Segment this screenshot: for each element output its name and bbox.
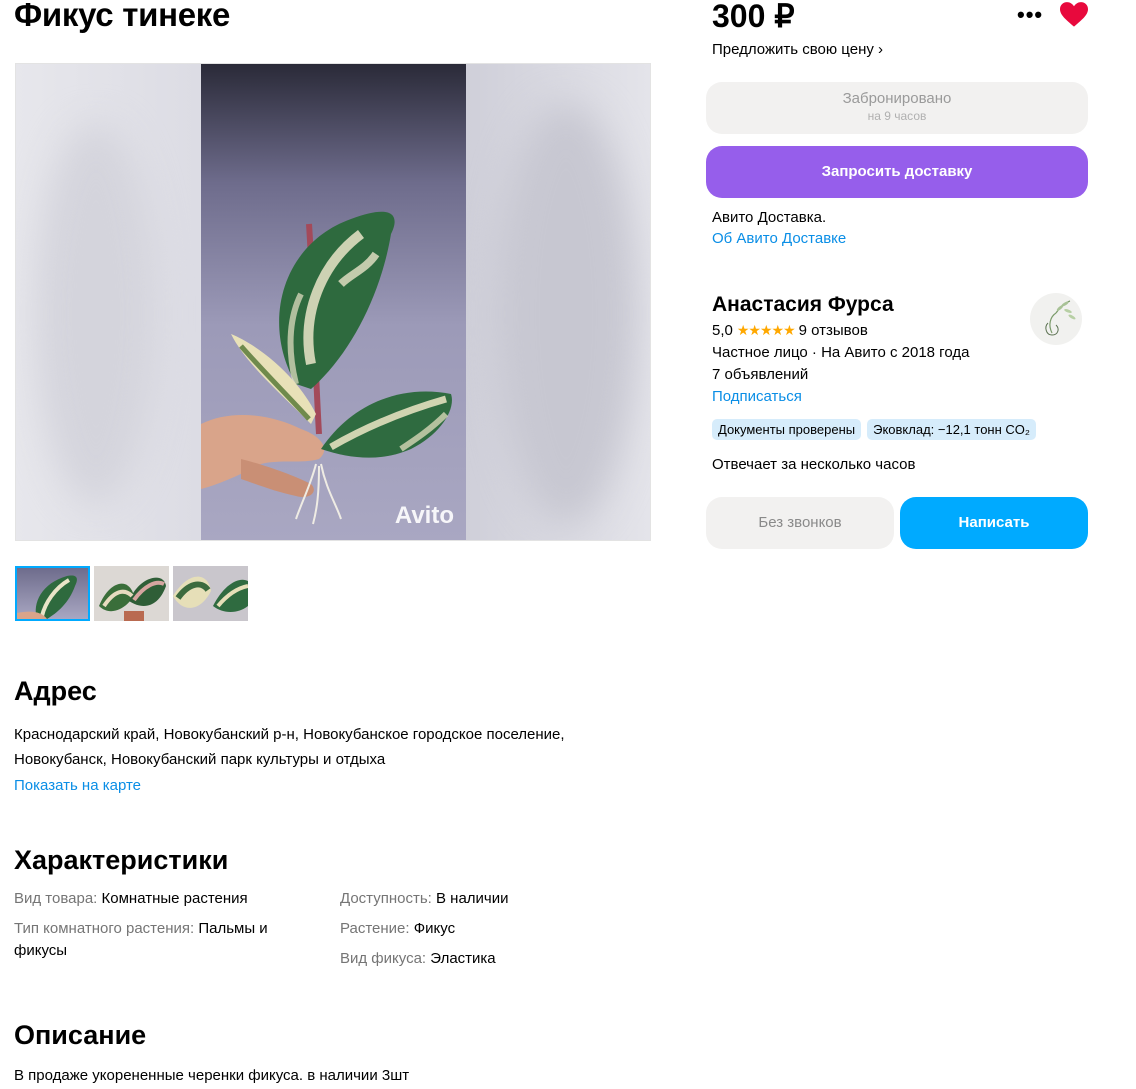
- rating-value: 5,0: [712, 322, 733, 339]
- char-item-plant-type: Тип комнатного растения: Пальмы и: [14, 920, 268, 937]
- description-heading: Описание: [14, 1020, 147, 1050]
- write-message-button[interactable]: Написать: [900, 497, 1088, 549]
- char-key: Вид фикуса:: [340, 950, 427, 967]
- reserved-button[interactable]: Забронировано на 9 часов: [706, 82, 1088, 134]
- blurred-background: [36, 124, 156, 504]
- char-item-product-type: Вид товара: Комнатные растения: [14, 890, 248, 907]
- thumbnail-1[interactable]: [15, 566, 90, 621]
- char-value: Пальмы и: [198, 920, 268, 937]
- response-time: Отвечает за несколько часов: [712, 456, 916, 473]
- seller-avatar[interactable]: [1030, 293, 1082, 345]
- char-value: Фикус: [413, 920, 456, 937]
- subscribe-link[interactable]: Подписаться: [712, 388, 802, 405]
- address-heading: Адрес: [14, 676, 97, 706]
- thumbnail-image: [173, 576, 248, 612]
- thumbnail-image: [17, 575, 77, 619]
- documents-verified-badge[interactable]: Документы проверены: [712, 419, 862, 440]
- favorite-heart-icon[interactable]: [1060, 2, 1088, 28]
- char-value: Комнатные растения: [101, 890, 248, 907]
- address-block: Краснодарский край, Новокубанский р-н, Н…: [14, 722, 614, 798]
- char-key: Растение:: [340, 920, 410, 937]
- offer-price-link[interactable]: Предложить свою цену ›: [712, 41, 883, 58]
- show-on-map-link[interactable]: Показать на карте: [14, 773, 614, 798]
- char-key: Тип комнатного растения:: [14, 920, 195, 937]
- char-key: Доступность:: [340, 890, 432, 907]
- address-line-2: Новокубанск, Новокубанский парк культуры…: [14, 751, 386, 768]
- char-item-plant: Растение: Фикус: [340, 920, 455, 937]
- char-value: В наличии: [435, 890, 509, 907]
- more-options-icon[interactable]: •••: [1017, 2, 1043, 28]
- main-photo[interactable]: Avito: [201, 64, 466, 540]
- reserved-label: Забронировано: [842, 90, 952, 107]
- seller-name[interactable]: Анастасия Фурса: [712, 293, 894, 317]
- rating-stars-icon: ★★★★★: [736, 322, 796, 338]
- thumbnail-image: [99, 577, 166, 621]
- listing-title: Фикус тинеке: [14, 0, 231, 33]
- characteristics-heading: Характеристики: [14, 845, 229, 875]
- eco-contribution-badge[interactable]: Эковклад: −12,1 тонн CO₂: [867, 419, 1036, 440]
- char-item-ficus-kind: Вид фикуса: Эластика: [340, 950, 496, 967]
- seller-listings-count[interactable]: 7 объявлений: [712, 366, 808, 383]
- thumbnail-3[interactable]: [173, 566, 248, 621]
- seller-type: Частное лицо · На Авито с 2018 года: [712, 344, 970, 361]
- char-item-plant-type-cont: фикусы: [14, 942, 67, 959]
- seller-rating[interactable]: 5,0 ★★★★★ 9 отзывов: [712, 322, 868, 339]
- thumbnail-2[interactable]: [94, 566, 169, 621]
- ficus-cutting-image: [201, 211, 452, 525]
- delivery-text: Авито Доставка.: [712, 209, 827, 226]
- request-delivery-button[interactable]: Запросить доставку: [706, 146, 1088, 198]
- char-key: Вид товара:: [14, 890, 98, 907]
- address-line-1: Краснодарский край, Новокубанский р-н, Н…: [14, 726, 565, 743]
- char-value: фикусы: [14, 942, 68, 959]
- price: 300 ₽: [712, 0, 795, 34]
- char-value: Эластика: [430, 950, 496, 967]
- avito-watermark: Avito: [394, 502, 454, 529]
- avatar-plant-icon: [1045, 300, 1076, 336]
- about-delivery-link[interactable]: Об Авито Доставке: [712, 230, 846, 247]
- thumbnail-strip: [15, 566, 248, 621]
- char-item-availability: Доступность: В наличии: [340, 890, 509, 907]
- no-calls-button[interactable]: Без звонков: [706, 497, 894, 549]
- reserved-sublabel: на 9 часов: [867, 109, 927, 123]
- reviews-count[interactable]: 9 отзывов: [799, 322, 868, 339]
- blurred-background-right: [496, 104, 636, 524]
- seller-badges: Документы проверены Эковклад: −12,1 тонн…: [712, 419, 1036, 440]
- description-text: В продаже укорененные черенки фикуса. в …: [14, 1067, 410, 1084]
- image-gallery[interactable]: Avito: [15, 63, 651, 541]
